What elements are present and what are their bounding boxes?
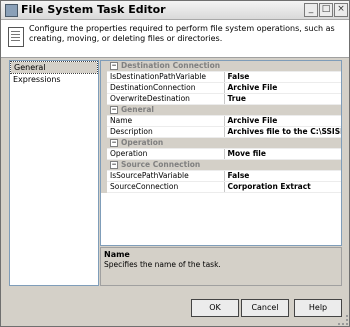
header-description: Configure the properties required to per… — [29, 24, 335, 43]
property-value[interactable]: Move file — [224, 148, 341, 160]
category-label: Operation — [121, 138, 164, 147]
property-value[interactable]: Archive File — [224, 115, 341, 127]
header-panel: Configure the properties required to per… — [1, 20, 349, 58]
maximize-button[interactable]: □ — [319, 3, 333, 17]
description-text: Specifies the name of the task. — [104, 260, 221, 269]
property-value[interactable]: Archive File — [224, 82, 341, 94]
cancel-button[interactable]: Cancel — [241, 299, 289, 317]
ok-button[interactable]: OK — [191, 299, 239, 317]
property-grid: − Destination Connection IsDestinationPat… — [100, 60, 342, 246]
property-description-panel: Name Specifies the name of the task. — [100, 247, 342, 286]
task-editor-icon — [5, 4, 18, 17]
property-name[interactable]: IsSourcePathVariable — [107, 170, 225, 182]
window-title: File System Task Editor — [21, 3, 166, 16]
property-name[interactable]: IsDestinationPathVariable — [107, 71, 225, 83]
resize-grip[interactable] — [338, 315, 348, 325]
property-row[interactable]: SourceConnection Corporation Extract — [101, 181, 341, 193]
category-label: Source Connection — [121, 160, 201, 169]
property-row[interactable]: DestinationConnection Archive File — [101, 82, 341, 94]
close-button[interactable]: × — [334, 3, 348, 17]
collapse-icon[interactable]: − — [110, 139, 118, 147]
property-value[interactable]: False — [224, 71, 341, 83]
nav-item-general[interactable]: General — [10, 61, 98, 74]
property-value[interactable]: Corporation Extract — [224, 181, 341, 193]
collapse-icon[interactable]: − — [110, 106, 118, 114]
property-row[interactable]: Description Archives file to the C:\SSIS… — [101, 126, 341, 138]
property-row[interactable]: OverwriteDestination True — [101, 93, 341, 105]
category-operation[interactable]: − Operation — [101, 137, 341, 149]
category-destination-connection[interactable]: − Destination Connection — [101, 61, 341, 72]
category-general[interactable]: − General — [101, 104, 341, 116]
page-nav-list: General Expressions — [9, 60, 99, 286]
nav-item-expressions[interactable]: Expressions — [10, 74, 98, 85]
minimize-button[interactable]: _ — [304, 3, 318, 17]
property-name[interactable]: SourceConnection — [107, 181, 225, 193]
property-value[interactable]: Archives file to the C:\SSISDemo\ar — [224, 126, 341, 138]
property-value[interactable]: True — [224, 93, 341, 105]
property-row[interactable]: Operation Move file — [101, 148, 341, 160]
collapse-icon[interactable]: − — [110, 62, 118, 70]
title-bar[interactable]: File System Task Editor _ □ × — [1, 1, 349, 20]
property-name[interactable]: Operation — [107, 148, 225, 160]
property-name[interactable]: OverwriteDestination — [107, 93, 225, 105]
category-source-connection[interactable]: − Source Connection — [101, 159, 341, 171]
property-name[interactable]: Name — [107, 115, 225, 127]
dialog-window: File System Task Editor _ □ × Configure … — [0, 0, 350, 327]
description-title: Name — [104, 250, 130, 259]
property-value[interactable]: False — [224, 170, 341, 182]
property-name[interactable]: DestinationConnection — [107, 82, 225, 94]
property-name[interactable]: Description — [107, 126, 225, 138]
property-row[interactable]: Name Archive File — [101, 115, 341, 127]
property-row[interactable]: IsDestinationPathVariable False — [101, 71, 341, 83]
property-row[interactable]: IsSourcePathVariable False — [101, 170, 341, 182]
document-icon — [8, 27, 24, 47]
category-label: Destination Connection — [121, 61, 221, 70]
collapse-icon[interactable]: − — [110, 161, 118, 169]
category-label: General — [121, 105, 154, 114]
help-button[interactable]: Help — [294, 299, 342, 317]
